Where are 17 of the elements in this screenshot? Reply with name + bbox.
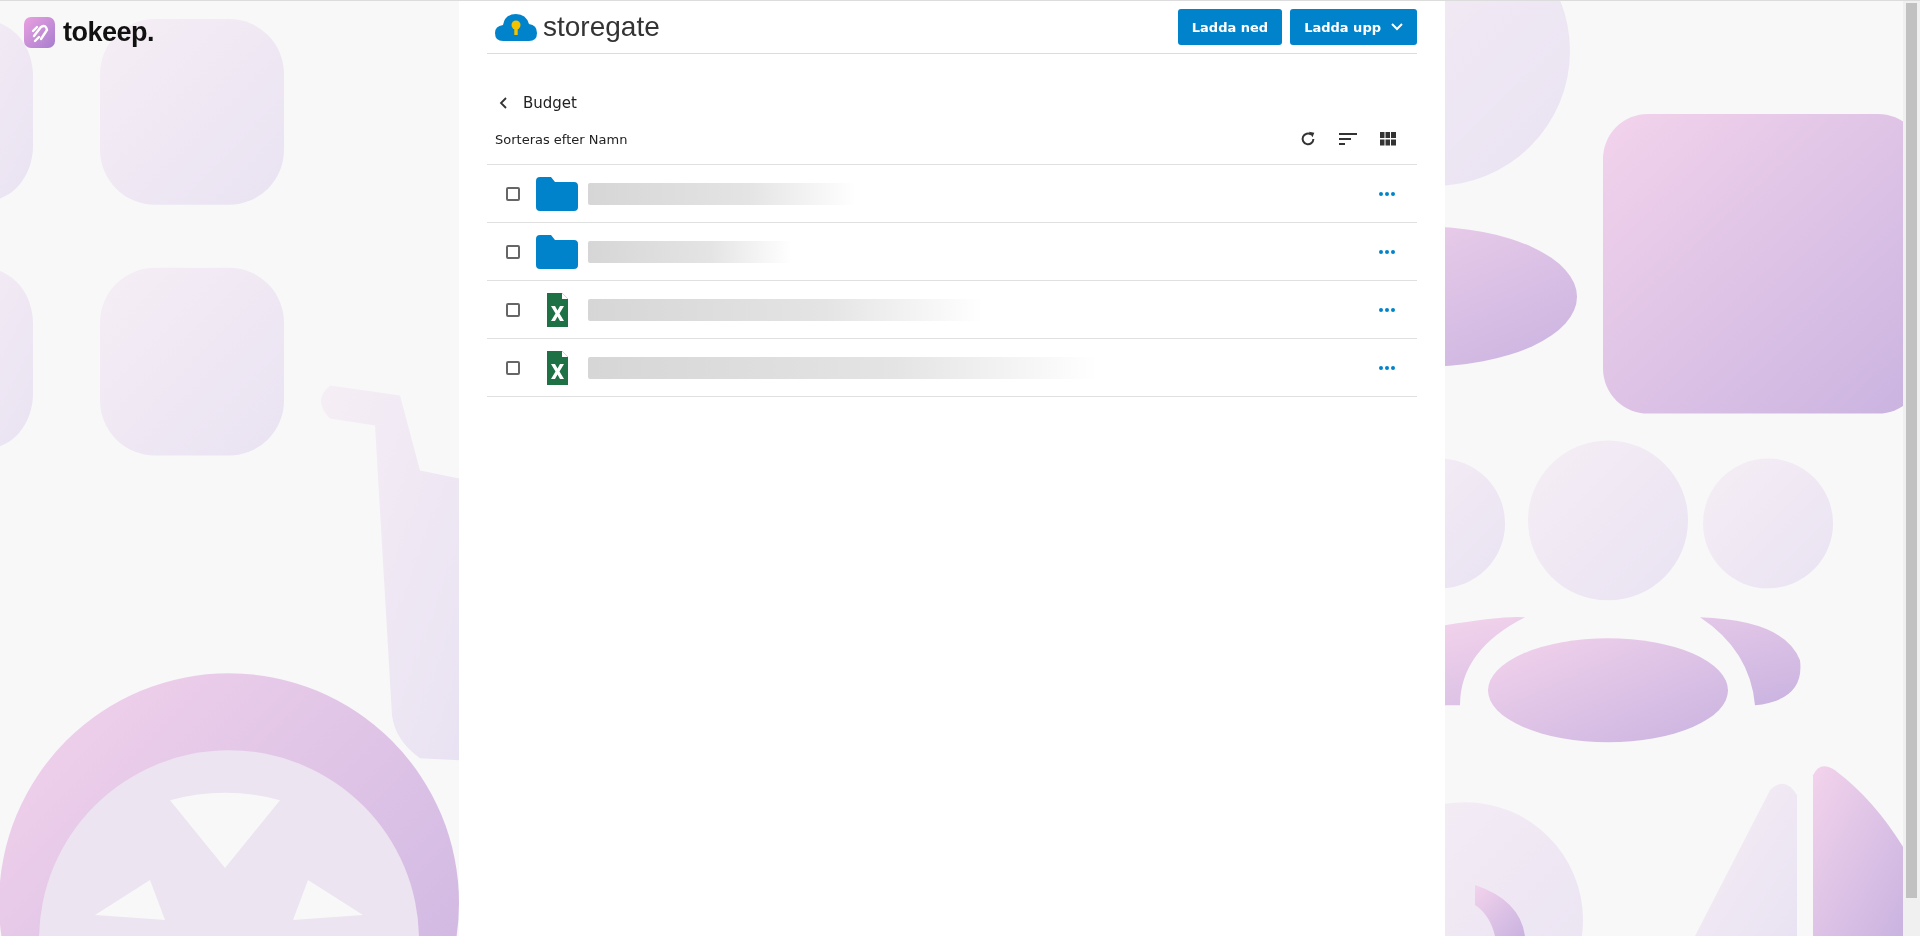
app-logo-text: storegate — [543, 11, 660, 43]
folder-icon — [536, 234, 578, 269]
brand-name: tokeep. — [63, 17, 155, 48]
cloud-keyhole-icon — [495, 12, 537, 42]
download-button[interactable]: Ladda ned — [1177, 9, 1283, 45]
row-checkbox[interactable] — [506, 244, 520, 259]
upload-dropdown-button[interactable]: Ladda upp — [1290, 9, 1417, 45]
folder-icon — [536, 176, 578, 211]
hand-logo-icon — [24, 17, 55, 48]
chevron-down-icon — [1391, 23, 1403, 31]
row-checkbox[interactable] — [506, 186, 520, 201]
back-button[interactable] — [499, 96, 509, 110]
scrollbar[interactable] — [1903, 1, 1920, 936]
row-checkbox[interactable] — [506, 360, 520, 375]
folder-title: Budget — [523, 94, 577, 112]
row-checkbox[interactable] — [506, 302, 520, 317]
sort-label: Sorteras efter Namn — [495, 131, 628, 147]
